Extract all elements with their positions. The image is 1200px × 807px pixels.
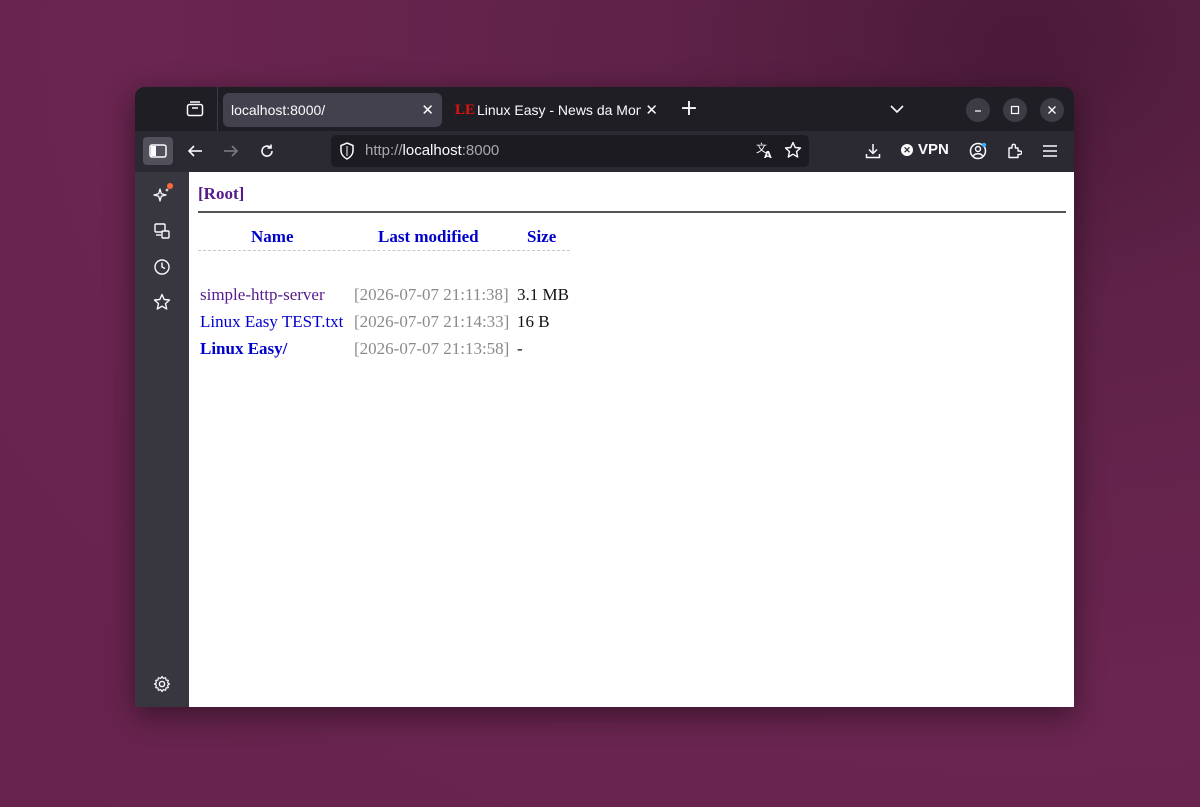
file-modified: [2026-07-07 21:13:58] <box>354 339 510 358</box>
sidebar-toggle-icon[interactable] <box>143 137 173 165</box>
browser-window: localhost:8000/ ✕ LE Linux Easy - News d… <box>135 87 1074 707</box>
forward-arrow-icon[interactable] <box>216 137 246 165</box>
vpn-button[interactable]: ✕ VPN <box>901 141 949 158</box>
file-modified: [2026-07-07 21:11:38] <box>354 285 509 304</box>
account-icon[interactable] <box>963 137 993 165</box>
url-port: :8000 <box>461 142 500 159</box>
url-host: localhost <box>402 142 462 159</box>
ai-chatbot-icon[interactable] <box>150 183 174 207</box>
navigation-toolbar: http://localhost:8000 文A ✕ VPN <box>135 131 1074 172</box>
notification-dot <box>167 183 173 189</box>
file-size: 16 B <box>517 312 550 331</box>
settings-gear-icon[interactable] <box>150 672 174 696</box>
synced-tabs-icon[interactable] <box>150 219 174 243</box>
file-modified: [2026-07-07 21:14:33] <box>354 312 510 331</box>
tab-favicon-icon: LE <box>455 102 476 118</box>
file-link-simple-http-server[interactable]: simple-http-server <box>200 285 325 305</box>
bookmark-star-icon[interactable] <box>784 141 802 163</box>
reload-icon[interactable] <box>252 137 282 165</box>
download-icon[interactable] <box>858 137 888 165</box>
vpn-status-icon: ✕ <box>901 143 913 156</box>
sidebar <box>135 172 189 707</box>
history-clock-icon[interactable] <box>150 255 174 279</box>
new-tab-button[interactable]: + <box>677 97 701 121</box>
url-scheme: http:// <box>365 142 403 159</box>
folder-link-linux-easy[interactable]: Linux Easy/ <box>200 339 287 359</box>
tab-close-icon[interactable]: ✕ <box>645 101 658 119</box>
tab-close-icon[interactable]: ✕ <box>421 101 434 119</box>
header-name[interactable]: Name <box>251 227 293 247</box>
tab-separator <box>217 87 218 131</box>
header-last-modified[interactable]: Last modified <box>378 227 479 247</box>
tab-manager-icon[interactable] <box>179 97 211 121</box>
tab-title: Linux Easy - News da Mon <box>477 102 641 118</box>
chevron-down-icon[interactable] <box>887 99 907 119</box>
file-size: - <box>517 339 523 358</box>
page-content: [Root] Name Last modified Size simple-ht… <box>189 172 1074 707</box>
tab-localhost[interactable]: localhost:8000/ ✕ <box>223 93 442 127</box>
header-divider <box>198 250 570 251</box>
vpn-label: VPN <box>918 141 949 158</box>
url-text: http://localhost:8000 <box>365 142 499 159</box>
tab-linux-easy[interactable]: LE Linux Easy - News da Mon ✕ <box>448 93 666 127</box>
close-window-button[interactable] <box>1040 98 1064 122</box>
menu-icon[interactable] <box>1035 137 1065 165</box>
tab-title: localhost:8000/ <box>231 102 326 118</box>
bookmarks-star-icon[interactable] <box>150 290 174 314</box>
divider <box>198 211 1066 213</box>
minimize-button[interactable] <box>966 98 990 122</box>
back-arrow-icon[interactable] <box>180 137 210 165</box>
header-size[interactable]: Size <box>527 227 556 247</box>
translate-icon[interactable]: 文A <box>756 141 774 163</box>
file-link-linux-easy-test[interactable]: Linux Easy TEST.txt <box>200 312 343 332</box>
shield-icon[interactable] <box>339 142 355 164</box>
maximize-button[interactable] <box>1003 98 1027 122</box>
address-bar[interactable]: http://localhost:8000 文A <box>331 135 809 167</box>
svg-text:A: A <box>764 150 772 159</box>
file-size: 3.1 MB <box>517 285 569 304</box>
root-link[interactable]: [Root] <box>198 184 244 204</box>
tab-strip: localhost:8000/ ✕ LE Linux Easy - News d… <box>135 87 1074 131</box>
extensions-icon[interactable] <box>999 137 1029 165</box>
